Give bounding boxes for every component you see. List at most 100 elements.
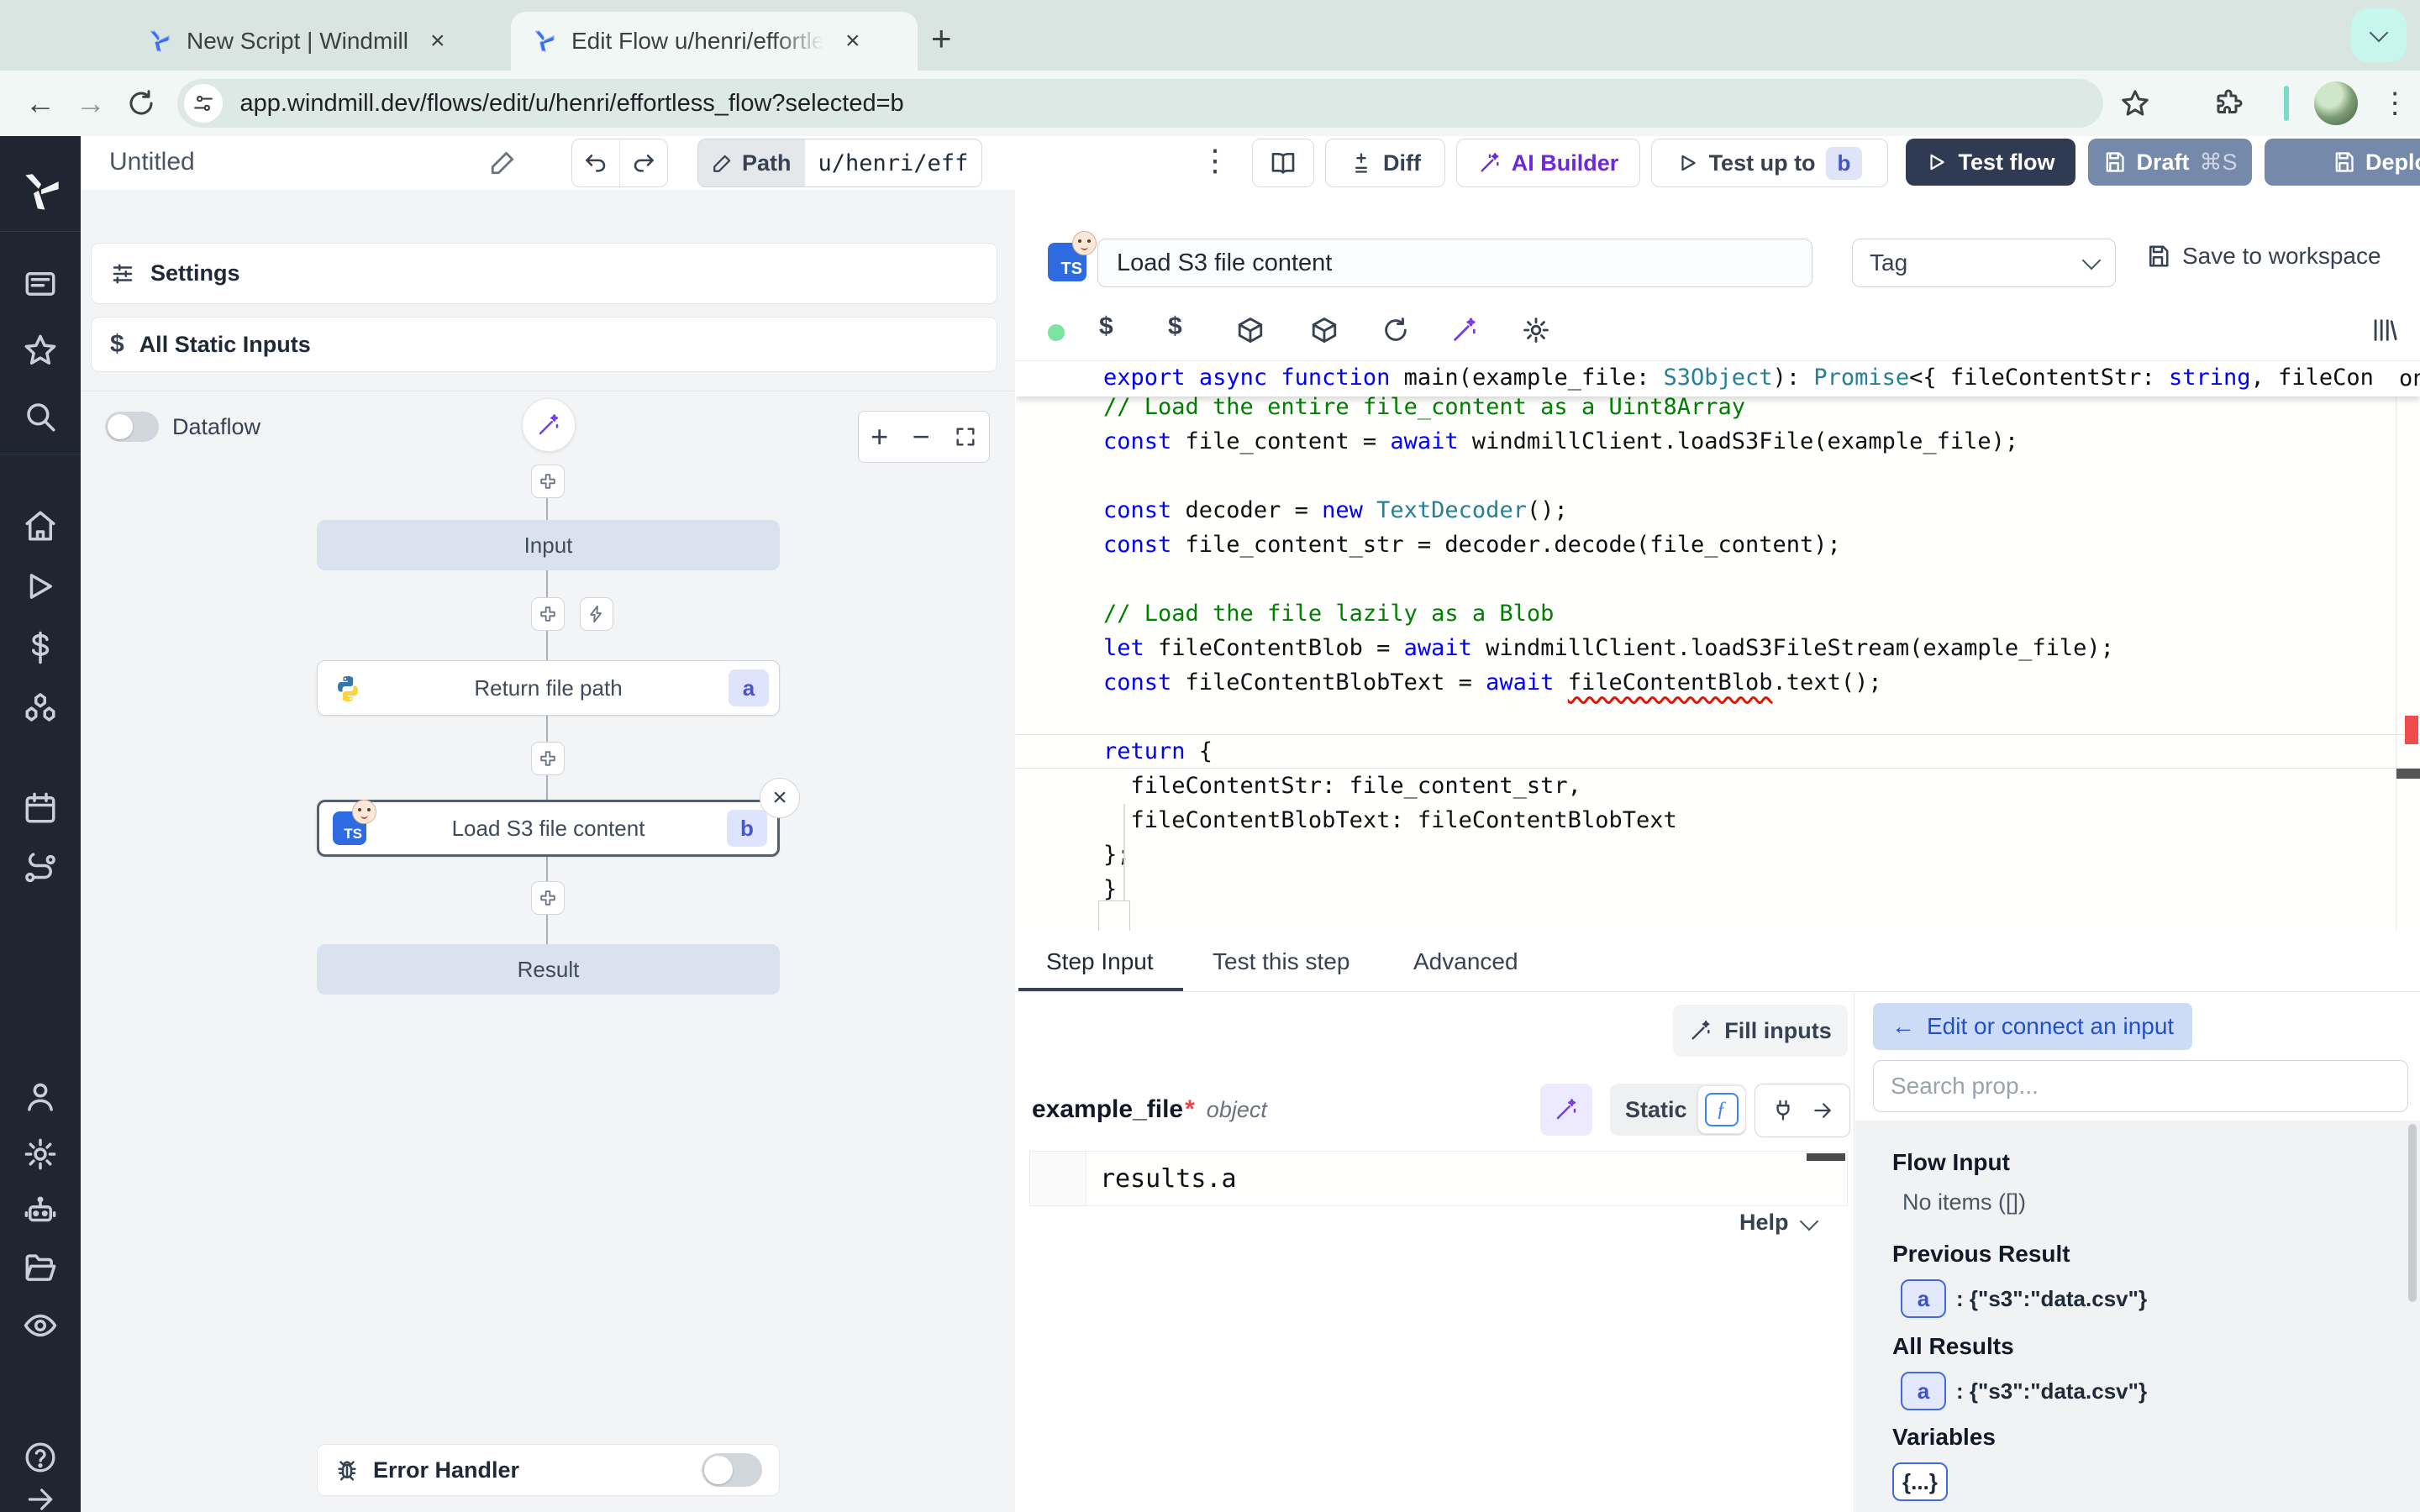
sidebar-item-user[interactable] xyxy=(0,1079,81,1115)
bookmark-button[interactable] xyxy=(2110,88,2160,118)
sidebar-item-home[interactable] xyxy=(0,508,81,543)
deploy-label: Deploy xyxy=(2365,150,2420,176)
all-static-inputs-card[interactable]: $ All Static Inputs xyxy=(91,317,997,372)
help-toggle[interactable]: Help xyxy=(1739,1210,1816,1236)
forward-button[interactable]: → xyxy=(66,86,116,121)
browser-menu-button[interactable]: ⋮ xyxy=(2370,87,2420,120)
tab-test-this-step[interactable]: Test this step xyxy=(1213,932,1349,991)
node-step-b-selected[interactable]: TS Load S3 file content b xyxy=(317,800,780,857)
ai-builder-button[interactable]: AI Builder xyxy=(1456,139,1640,187)
flow-settings-card[interactable]: Settings xyxy=(91,243,997,304)
tab-step-input[interactable]: Step Input xyxy=(1046,932,1154,991)
docs-button[interactable] xyxy=(1252,139,1314,187)
field-ai-button[interactable] xyxy=(1540,1084,1592,1136)
redo-button[interactable] xyxy=(620,139,667,186)
fullscreen-button[interactable] xyxy=(954,425,977,449)
path-chip[interactable]: Path u/henri/eff xyxy=(697,139,982,187)
fill-inputs-button[interactable]: Fill inputs xyxy=(1673,1005,1848,1057)
tab-close-icon[interactable]: × xyxy=(845,27,860,55)
variables-icon[interactable]: $ xyxy=(1168,312,1182,341)
variables-badge[interactable]: {...} xyxy=(1892,1462,1948,1501)
result-key-badge[interactable]: a xyxy=(1901,1279,1946,1318)
typescript-icon: TS xyxy=(333,811,366,845)
function-mode-segment[interactable]: ƒ xyxy=(1697,1085,1746,1134)
assets-icon[interactable]: $ xyxy=(1099,312,1113,341)
tab-search-button[interactable] xyxy=(2351,8,2407,62)
add-trigger-button[interactable] xyxy=(580,597,613,631)
edit-or-connect-button[interactable]: ← Edit or connect an input xyxy=(1873,1003,2192,1050)
scrollbar-thumb[interactable] xyxy=(2408,1124,2417,1302)
edit-title-button[interactable] xyxy=(489,148,518,176)
undo-button[interactable] xyxy=(572,139,620,186)
test-up-to-button[interactable]: Test up tob xyxy=(1651,139,1888,187)
add-step-button[interactable] xyxy=(531,742,565,775)
save-to-workspace-button[interactable]: Save to workspace xyxy=(2145,243,2381,270)
sidebar-item-schedules[interactable] xyxy=(0,790,81,826)
node-result[interactable]: Result xyxy=(317,944,780,995)
sidebar-item-audit-logs[interactable] xyxy=(0,1308,81,1343)
test-flow-button[interactable]: Test flow xyxy=(1906,139,2075,186)
profile-avatar[interactable] xyxy=(2314,81,2358,125)
deploy-button[interactable]: Deploy xyxy=(2265,139,2420,186)
search-prop-input[interactable] xyxy=(1873,1060,2408,1112)
package-icon[interactable] xyxy=(1236,316,1265,344)
diff-button[interactable]: Diff xyxy=(1325,139,1445,187)
play-icon xyxy=(1926,151,1948,173)
tab-advanced[interactable]: Advanced xyxy=(1413,932,1518,991)
sidebar-item-settings[interactable] xyxy=(0,1137,81,1172)
sidebar-item-apps[interactable] xyxy=(0,266,81,302)
sidebar-item-runs[interactable] xyxy=(0,569,81,604)
flow-input-empty: No items ([]) xyxy=(1902,1189,2026,1215)
result-key-badge[interactable]: a xyxy=(1901,1372,1946,1410)
sidebar-item-search[interactable] xyxy=(0,399,81,434)
node-step-a[interactable]: Return file path a xyxy=(317,660,780,716)
extensions-button[interactable] xyxy=(2204,88,2254,118)
step-name-input[interactable]: Load S3 file content xyxy=(1097,239,1812,287)
input-mode-toggle[interactable]: Static ƒ xyxy=(1610,1084,1746,1136)
reload-button[interactable] xyxy=(116,88,166,118)
delete-step-button[interactable]: × xyxy=(760,778,800,818)
draft-button[interactable]: Draft⌘S xyxy=(2088,139,2252,186)
editor-settings-icon[interactable] xyxy=(1522,316,1550,344)
browser-tab-active[interactable]: Edit Flow u/henri/effortless_fl × xyxy=(511,12,918,71)
zoom-out-button[interactable]: − xyxy=(913,419,930,454)
ai-wand-icon[interactable] xyxy=(1450,316,1479,344)
result-value: : {"s3":"data.csv"} xyxy=(1956,1378,2147,1404)
tag-select[interactable]: Tag xyxy=(1852,239,2116,287)
flow-ai-button[interactable] xyxy=(522,398,576,452)
reload-icon[interactable] xyxy=(1381,316,1410,344)
add-step-button[interactable] xyxy=(531,597,565,631)
error-handler-toggle[interactable] xyxy=(702,1453,762,1487)
indent-guide xyxy=(1123,804,1125,901)
add-step-button[interactable] xyxy=(531,465,565,498)
error-handler-card[interactable]: Error Handler xyxy=(317,1444,780,1496)
back-button[interactable]: ← xyxy=(15,86,66,121)
sidebar-item-variables[interactable] xyxy=(0,630,81,665)
sidebar-item-flows[interactable] xyxy=(0,851,81,886)
sidebar-item-help[interactable] xyxy=(0,1441,81,1474)
expression-editor[interactable]: results.a xyxy=(1029,1151,1848,1206)
sidebar-item-favorites[interactable] xyxy=(0,333,81,368)
code-editor[interactable]: // Load the entire file_content as a Uin… xyxy=(1016,361,2420,931)
new-tab-button[interactable]: + xyxy=(931,18,952,59)
dataflow-toggle[interactable] xyxy=(105,412,159,442)
node-input[interactable]: Input xyxy=(317,520,780,570)
windmill-logo[interactable] xyxy=(0,170,81,213)
connect-input-group[interactable] xyxy=(1754,1084,1850,1137)
url-bar[interactable]: app.windmill.dev/flows/edit/u/henri/effo… xyxy=(177,79,2102,128)
scrollbar-thumb[interactable] xyxy=(2396,769,2420,779)
sidebar-item-resources[interactable] xyxy=(0,690,81,726)
tab-close-icon[interactable]: × xyxy=(430,27,445,55)
sidebar-item-folders[interactable] xyxy=(0,1251,81,1286)
browser-tab-inactive[interactable]: New Script | Windmill × xyxy=(126,12,541,71)
add-step-button[interactable] xyxy=(531,881,565,915)
wand-icon xyxy=(1689,1019,1712,1042)
zoom-in-button[interactable]: + xyxy=(871,419,888,454)
sidebar-expand-button[interactable] xyxy=(0,1483,81,1512)
package-icon[interactable] xyxy=(1310,316,1339,344)
play-icon xyxy=(1677,152,1699,174)
more-menu-button[interactable]: ⋮ xyxy=(1200,143,1230,178)
site-info-icon[interactable] xyxy=(184,84,223,123)
sidebar-item-workers[interactable] xyxy=(0,1194,81,1229)
library-icon[interactable] xyxy=(2370,316,2398,344)
